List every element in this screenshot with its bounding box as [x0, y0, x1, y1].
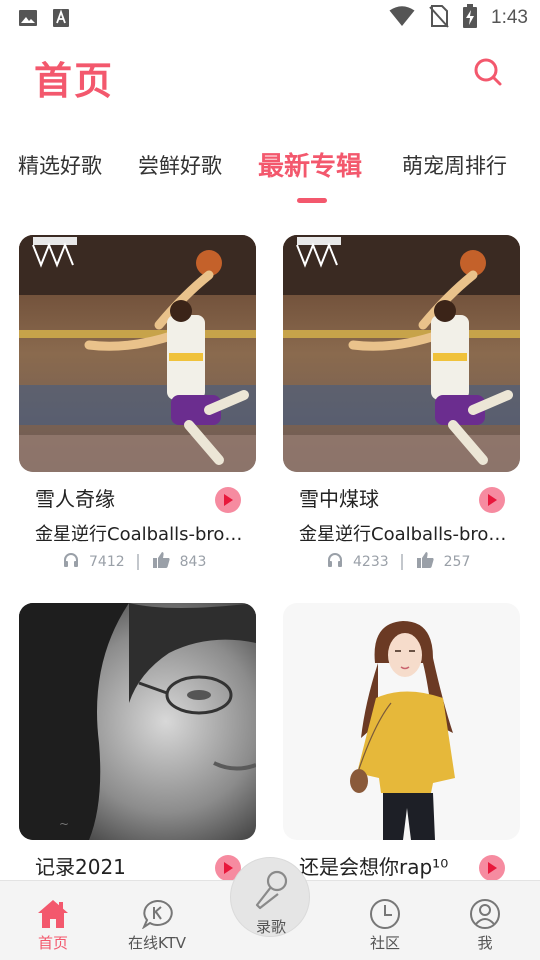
album-stats: 4233 257 [327, 552, 470, 572]
keyboard-a-icon [52, 8, 70, 32]
nav-home[interactable]: 首页 [18, 881, 88, 960]
headphones-icon [327, 552, 343, 572]
album-artist: 金星逆行Coalballs-brothers [299, 524, 509, 545]
album-cover-image[interactable]: ~ [19, 603, 256, 840]
thumbs-up-icon [416, 552, 434, 572]
page-title: 首页 [34, 59, 115, 103]
active-tab-indicator [297, 198, 327, 203]
nav-community-label: 社区 [369, 934, 400, 952]
play-button[interactable] [215, 487, 241, 513]
album-cover-image[interactable] [19, 235, 256, 472]
no-sim-icon [429, 4, 449, 32]
battery-charging-icon [463, 4, 478, 32]
clock-icon [368, 897, 402, 931]
status-bar: 1:43 [0, 0, 540, 36]
ktv-bubble-icon [140, 897, 174, 931]
search-icon [473, 57, 503, 91]
listen-count: 7412 [89, 554, 125, 570]
nav-ktv[interactable]: 在线KTV [112, 881, 202, 960]
like-count: 843 [179, 554, 207, 570]
image-icon [18, 8, 38, 32]
album-title: 还是会想你rap¹⁰ [299, 855, 449, 879]
listen-count: 4233 [353, 554, 389, 570]
category-tabs: 精选好歌 尝鲜好歌 最新专辑 萌宠周排行 [0, 150, 540, 210]
wifi-icon [389, 5, 415, 31]
tab-latest-albums[interactable]: 最新专辑 [258, 146, 362, 183]
nav-me-label: 我 [477, 934, 493, 952]
album-title: 雪中煤球 [299, 487, 379, 511]
headphones-icon [63, 552, 79, 572]
stats-divider [400, 554, 403, 570]
status-time: 1:43 [491, 7, 528, 28]
album-title: 雪人奇缘 [35, 487, 115, 511]
album-title: 记录2021 [35, 855, 126, 879]
nav-record-button[interactable]: 录歌 [230, 857, 310, 937]
thumbs-up-icon [152, 552, 170, 572]
microphone-icon [253, 870, 289, 914]
nav-ktv-label: 在线KTV [127, 934, 187, 952]
like-count: 257 [443, 554, 471, 570]
nav-me[interactable]: 我 [450, 881, 520, 960]
user-icon [468, 897, 502, 931]
tab-pet-ranking[interactable]: 萌宠周排行 [402, 150, 507, 180]
home-icon [36, 897, 70, 931]
tab-new-songs[interactable]: 尝鲜好歌 [138, 150, 222, 180]
play-icon [487, 859, 497, 878]
album-artist: 金星逆行Coalballs-brothers [35, 524, 245, 545]
play-button[interactable] [479, 487, 505, 513]
play-icon [487, 491, 497, 510]
nav-community[interactable]: 社区 [335, 881, 435, 960]
album-stats: 7412 843 [63, 552, 206, 572]
nav-record-label: 录歌 [255, 918, 286, 936]
album-cover-image[interactable] [283, 235, 520, 472]
svg-text:~: ~ [59, 817, 69, 831]
tab-featured[interactable]: 精选好歌 [18, 150, 102, 180]
play-button[interactable] [479, 855, 505, 881]
nav-home-label: 首页 [37, 934, 68, 952]
play-icon [223, 491, 233, 510]
stats-divider [136, 554, 139, 570]
search-button[interactable] [470, 56, 506, 92]
album-cover-image[interactable] [283, 603, 520, 840]
